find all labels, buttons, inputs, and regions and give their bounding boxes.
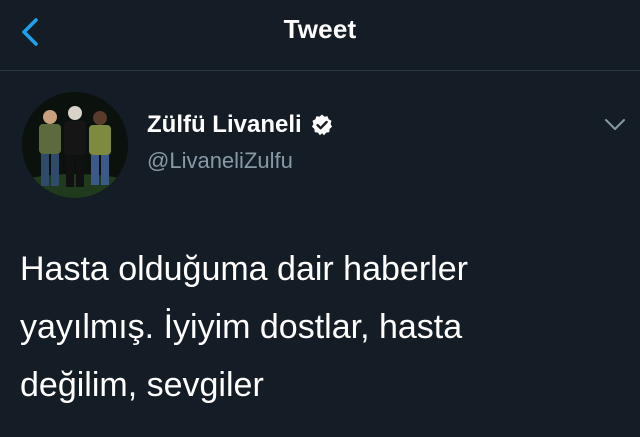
tweet-text: Hasta olduğuma dair haberler yayılmış. İ…	[20, 250, 468, 404]
navigation-bar: Tweet	[0, 0, 640, 71]
chevron-down-icon[interactable]	[604, 118, 626, 132]
author-name: Zülfü Livaneli	[147, 111, 302, 138]
author-handle[interactable]: @LivaneliZulfu	[147, 148, 293, 174]
avatar[interactable]	[22, 92, 128, 198]
verified-badge-icon	[311, 114, 332, 136]
avatar-photo	[22, 92, 128, 198]
tweet-detail-screen: Tweet Zülfü Livaneli @LivaneliZulfu Hast…	[0, 0, 640, 437]
page-title: Tweet	[283, 14, 357, 44]
author-name-row[interactable]: Zülfü Livaneli	[147, 110, 334, 140]
